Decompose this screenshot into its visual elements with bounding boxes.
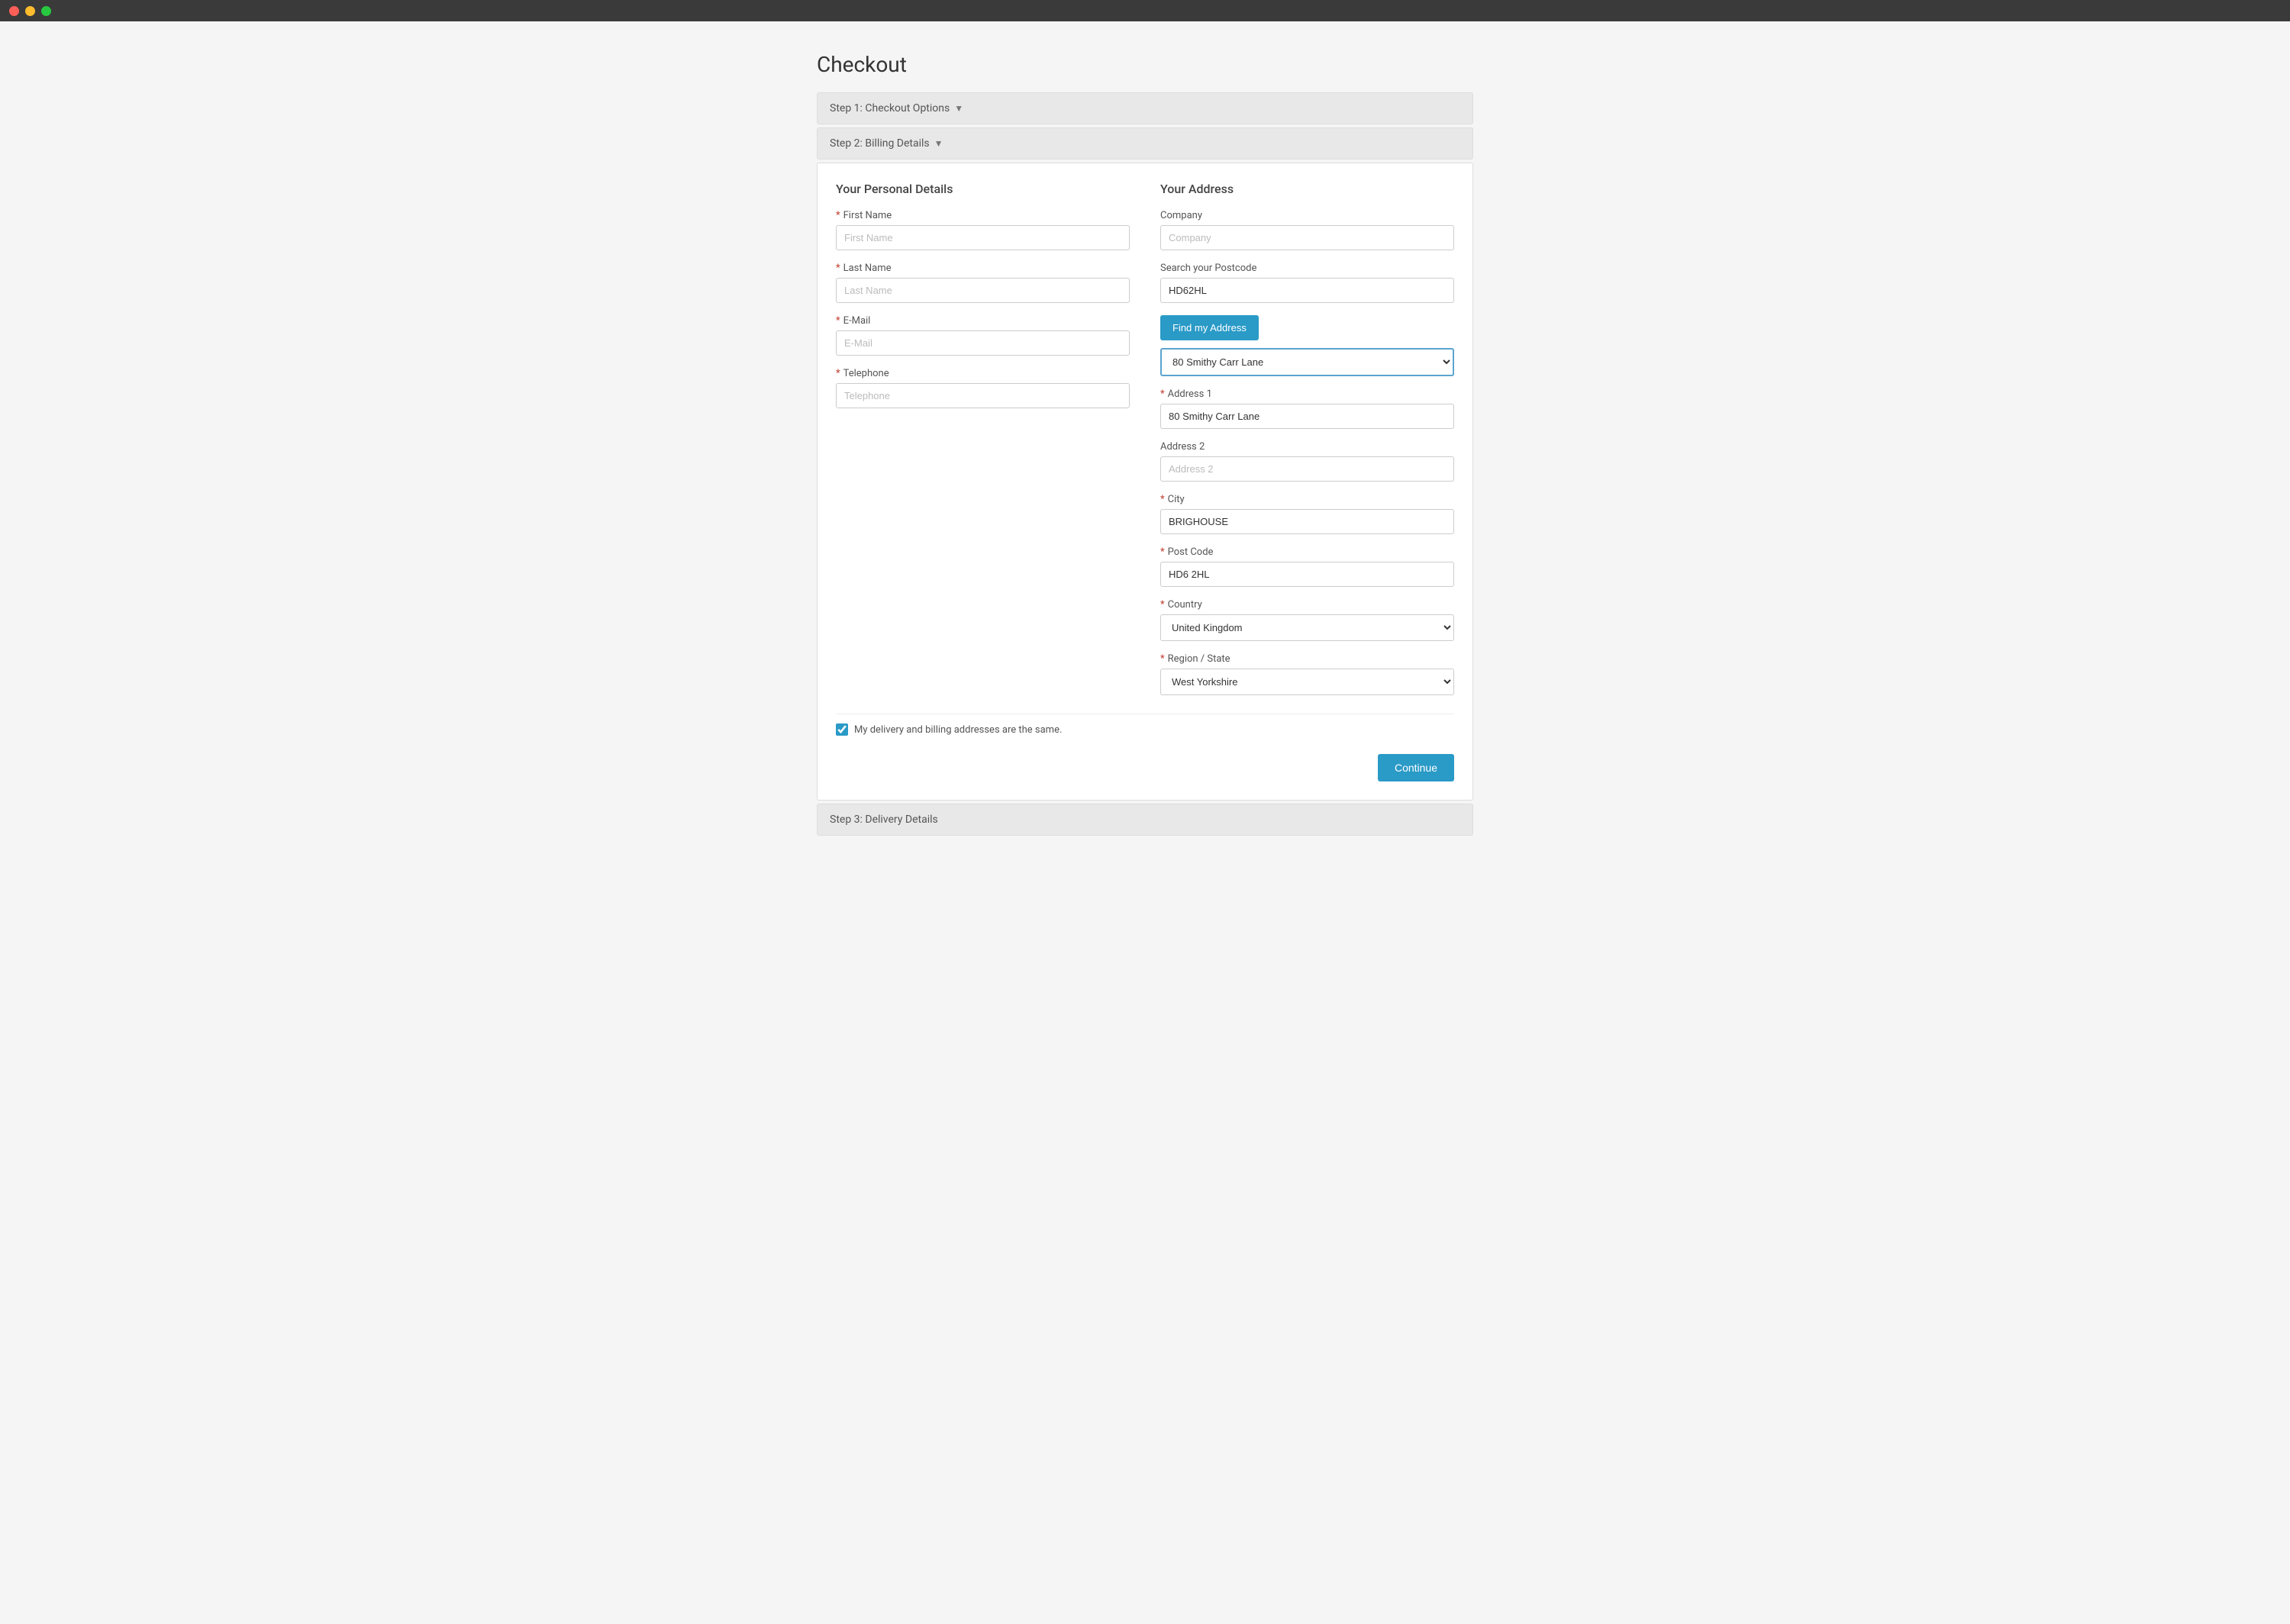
- address1-label: * Address 1: [1160, 388, 1454, 400]
- city-input[interactable]: [1160, 509, 1454, 534]
- postcode-input[interactable]: [1160, 562, 1454, 587]
- address-dropdown[interactable]: 80 Smithy Carr Lane: [1160, 348, 1454, 376]
- required-star: *: [1160, 388, 1165, 400]
- company-label: Company: [1160, 210, 1454, 221]
- required-star: *: [836, 315, 840, 327]
- region-select[interactable]: West Yorkshire: [1160, 669, 1454, 695]
- step2-bar[interactable]: Step 2: Billing Details ▼: [817, 127, 1473, 160]
- address-column: Your Address Company Search your Postcod…: [1160, 182, 1454, 707]
- address2-label: Address 2: [1160, 441, 1454, 453]
- required-star: *: [1160, 494, 1165, 505]
- two-column-layout: Your Personal Details * First Name *: [836, 182, 1454, 707]
- step3-label: Step 3: Delivery Details: [830, 814, 938, 826]
- minimize-button[interactable]: [25, 6, 35, 16]
- find-address-button[interactable]: Find my Address: [1160, 315, 1259, 340]
- required-star: *: [836, 263, 840, 274]
- step1-bar[interactable]: Step 1: Checkout Options ▼: [817, 92, 1473, 124]
- delivery-billing-same-checkbox[interactable]: [836, 723, 848, 736]
- personal-details-column: Your Personal Details * First Name *: [836, 182, 1130, 707]
- address-title: Your Address: [1160, 182, 1454, 196]
- last-name-label: * Last Name: [836, 263, 1130, 274]
- required-star: *: [1160, 546, 1165, 558]
- telephone-label: * Telephone: [836, 368, 1130, 379]
- postcode-group: * Post Code: [1160, 546, 1454, 587]
- step3-bar[interactable]: Step 3: Delivery Details: [817, 804, 1473, 836]
- last-name-group: * Last Name: [836, 263, 1130, 303]
- required-star: *: [1160, 599, 1165, 611]
- personal-details-title: Your Personal Details: [836, 182, 1130, 196]
- page-content: Checkout Step 1: Checkout Options ▼ Step…: [802, 21, 1488, 866]
- browser-window: Checkout Step 1: Checkout Options ▼ Step…: [0, 21, 2290, 1624]
- address2-input[interactable]: [1160, 456, 1454, 482]
- checkbox-label: My delivery and billing addresses are th…: [854, 724, 1062, 736]
- step2-label: Step 2: Billing Details: [830, 137, 930, 150]
- first-name-label: * First Name: [836, 210, 1130, 221]
- address-dropdown-group: 80 Smithy Carr Lane: [1160, 348, 1454, 376]
- email-input[interactable]: [836, 330, 1130, 356]
- country-group: * Country United Kingdom: [1160, 599, 1454, 641]
- address1-input[interactable]: [1160, 404, 1454, 429]
- city-label: * City: [1160, 494, 1454, 505]
- required-star: *: [836, 210, 840, 221]
- page-title: Checkout: [817, 52, 1473, 77]
- postcode-search-input[interactable]: [1160, 278, 1454, 303]
- chevron-down-icon: ▼: [954, 103, 963, 114]
- email-label: * E-Mail: [836, 315, 1130, 327]
- billing-details-content: Your Personal Details * First Name *: [817, 163, 1473, 801]
- continue-button[interactable]: Continue: [1378, 754, 1454, 781]
- step1-label: Step 1: Checkout Options: [830, 102, 950, 114]
- region-group: * Region / State West Yorkshire: [1160, 653, 1454, 695]
- city-group: * City: [1160, 494, 1454, 534]
- titlebar: [0, 0, 2290, 21]
- first-name-group: * First Name: [836, 210, 1130, 250]
- delivery-billing-same-row: My delivery and billing addresses are th…: [836, 714, 1454, 745]
- close-button[interactable]: [9, 6, 19, 16]
- address1-group: * Address 1: [1160, 388, 1454, 429]
- company-input[interactable]: [1160, 225, 1454, 250]
- search-postcode-label: Search your Postcode: [1160, 263, 1454, 274]
- email-group: * E-Mail: [836, 315, 1130, 356]
- country-select[interactable]: United Kingdom: [1160, 614, 1454, 641]
- company-group: Company: [1160, 210, 1454, 250]
- required-star: *: [836, 368, 840, 379]
- telephone-group: * Telephone: [836, 368, 1130, 408]
- chevron-down-icon: ▼: [934, 138, 943, 149]
- last-name-input[interactable]: [836, 278, 1130, 303]
- telephone-input[interactable]: [836, 383, 1130, 408]
- country-label: * Country: [1160, 599, 1454, 611]
- continue-row: Continue: [836, 754, 1454, 781]
- search-postcode-group: Search your Postcode: [1160, 263, 1454, 303]
- address2-group: Address 2: [1160, 441, 1454, 482]
- region-label: * Region / State: [1160, 653, 1454, 665]
- first-name-input[interactable]: [836, 225, 1130, 250]
- maximize-button[interactable]: [41, 6, 51, 16]
- required-star: *: [1160, 653, 1165, 665]
- postcode-label: * Post Code: [1160, 546, 1454, 558]
